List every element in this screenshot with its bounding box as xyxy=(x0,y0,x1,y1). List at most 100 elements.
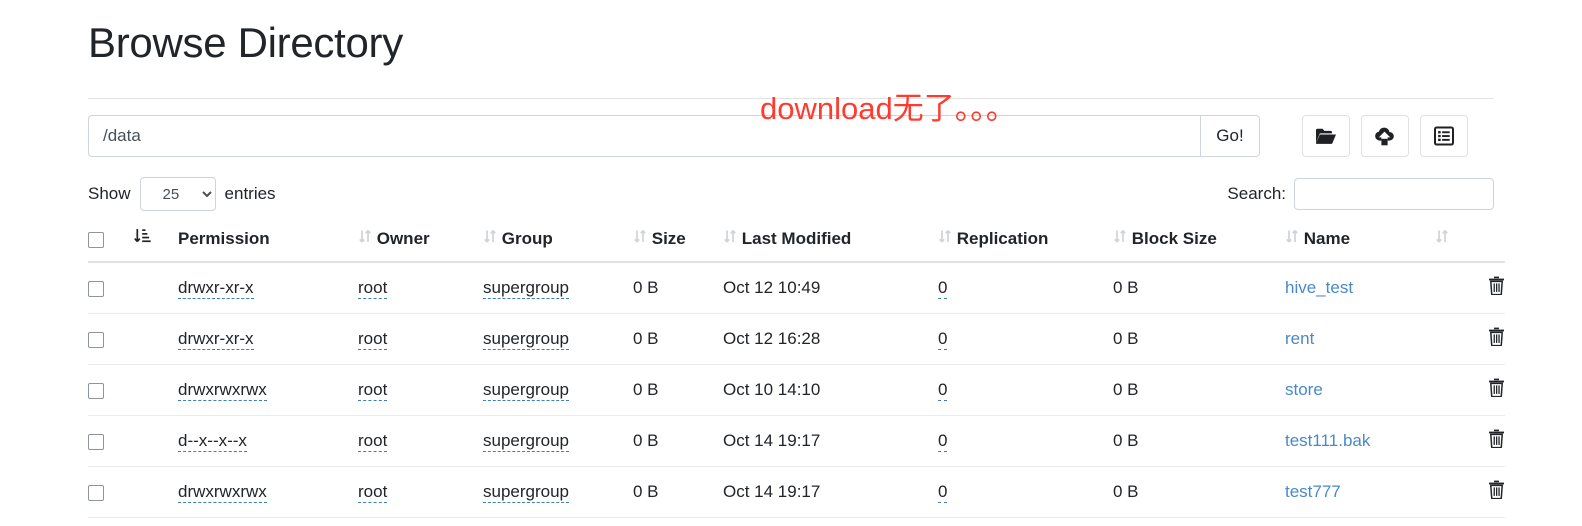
owner-value[interactable]: root xyxy=(358,380,388,402)
permission-value[interactable]: drwxrwxrwx xyxy=(178,482,267,504)
cell-owner[interactable]: root xyxy=(358,313,483,366)
replication-value[interactable]: 0 xyxy=(938,329,948,351)
cell-group[interactable]: supergroup xyxy=(483,364,633,417)
cell-last-modified: Oct 12 10:49 xyxy=(723,262,938,315)
cell-select[interactable] xyxy=(88,466,134,519)
delete-button[interactable] xyxy=(1488,480,1505,502)
cell-permission[interactable]: drwxrwxrwx xyxy=(178,466,358,519)
th-group[interactable]: Group xyxy=(483,222,633,264)
entries-per-page-select[interactable]: 25 xyxy=(139,177,216,211)
search-input[interactable] xyxy=(1294,178,1494,210)
cell-name[interactable]: store xyxy=(1285,364,1435,417)
th-select-all[interactable] xyxy=(88,222,134,264)
cell-owner[interactable]: root xyxy=(358,262,483,315)
cell-replication[interactable]: 0 xyxy=(938,466,1113,519)
cell-permission[interactable]: drwxr-xr-x xyxy=(178,313,358,366)
cell-replication[interactable]: 0 xyxy=(938,364,1113,417)
cell-select[interactable] xyxy=(88,415,134,468)
cell-owner[interactable]: root xyxy=(358,364,483,417)
replication-value[interactable]: 0 xyxy=(938,380,948,402)
replication-value[interactable]: 0 xyxy=(938,482,948,504)
cell-permission[interactable]: drwxr-xr-x xyxy=(178,262,358,315)
row-checkbox[interactable] xyxy=(88,331,104,348)
cell-owner[interactable]: root xyxy=(358,415,483,468)
cell-group[interactable]: supergroup xyxy=(483,466,633,519)
cell-last-modified: Oct 14 19:17 xyxy=(723,415,938,468)
row-checkbox[interactable] xyxy=(88,484,104,501)
file-name-link[interactable]: test111.bak xyxy=(1285,431,1370,450)
cell-name[interactable]: test111.bak xyxy=(1285,415,1435,468)
search-control: Search: xyxy=(1227,178,1494,210)
th-owner[interactable]: Owner xyxy=(358,222,483,264)
cell-permission[interactable]: drwxrwxrwx xyxy=(178,364,358,417)
delete-button[interactable] xyxy=(1488,378,1505,400)
cell-replication[interactable]: 0 xyxy=(938,262,1113,315)
file-name-link[interactable]: store xyxy=(1285,380,1323,399)
replication-value[interactable]: 0 xyxy=(938,431,948,453)
permission-value[interactable]: d--x--x--x xyxy=(178,431,247,453)
permission-value[interactable]: drwxr-xr-x xyxy=(178,329,254,351)
file-name-link[interactable]: hive_test xyxy=(1285,278,1353,297)
delete-button[interactable] xyxy=(1488,327,1505,349)
cell-select[interactable] xyxy=(88,313,134,366)
cell-delete[interactable] xyxy=(1435,415,1505,468)
th-last-modified-label: Last Modified xyxy=(741,228,852,248)
th-size[interactable]: Size xyxy=(633,222,723,264)
trash-icon xyxy=(1488,429,1505,451)
cell-name[interactable]: hive_test xyxy=(1285,262,1435,315)
th-block-size[interactable]: Block Size xyxy=(1113,222,1285,264)
cell-delete[interactable] xyxy=(1435,313,1505,366)
cell-name[interactable]: test777 xyxy=(1285,466,1435,519)
cell-group[interactable]: supergroup xyxy=(483,415,633,468)
cell-spacer xyxy=(134,313,178,366)
select-all-checkbox[interactable] xyxy=(88,231,104,248)
permission-value[interactable]: drwxrwxrwx xyxy=(178,380,267,402)
th-replication[interactable]: Replication xyxy=(938,222,1113,264)
cell-replication[interactable]: 0 xyxy=(938,415,1113,468)
cell-replication[interactable]: 0 xyxy=(938,313,1113,366)
row-checkbox[interactable] xyxy=(88,433,104,450)
owner-value[interactable]: root xyxy=(358,329,388,351)
th-sort-order[interactable] xyxy=(134,222,178,264)
replication-value[interactable]: 0 xyxy=(938,278,948,300)
group-value[interactable]: supergroup xyxy=(483,431,570,453)
directory-path-input[interactable] xyxy=(88,115,1200,157)
permission-value[interactable]: drwxr-xr-x xyxy=(178,278,254,300)
sort-icon xyxy=(1113,229,1127,249)
cell-delete[interactable] xyxy=(1435,262,1505,315)
cell-delete[interactable] xyxy=(1435,364,1505,417)
row-checkbox[interactable] xyxy=(88,280,104,297)
file-name-link[interactable]: rent xyxy=(1285,329,1314,348)
cell-delete[interactable] xyxy=(1435,466,1505,519)
th-name[interactable]: Name xyxy=(1285,222,1435,264)
delete-button[interactable] xyxy=(1488,429,1505,451)
row-checkbox[interactable] xyxy=(88,382,104,399)
owner-value[interactable]: root xyxy=(358,431,388,453)
cell-owner[interactable]: root xyxy=(358,466,483,519)
go-button[interactable]: Go! xyxy=(1200,115,1260,157)
th-permission[interactable]: Permission xyxy=(178,222,358,264)
th-last-modified[interactable]: Last Modified xyxy=(723,222,938,264)
th-delete[interactable] xyxy=(1435,222,1505,264)
owner-value[interactable]: root xyxy=(358,278,388,300)
cell-permission[interactable]: d--x--x--x xyxy=(178,415,358,468)
cell-select[interactable] xyxy=(88,364,134,417)
group-value[interactable]: supergroup xyxy=(483,482,570,504)
cell-name[interactable]: rent xyxy=(1285,313,1435,366)
delete-button[interactable] xyxy=(1488,276,1505,298)
cell-select[interactable] xyxy=(88,262,134,315)
group-value[interactable]: supergroup xyxy=(483,329,570,351)
owner-value[interactable]: root xyxy=(358,482,388,504)
file-name-link[interactable]: test777 xyxy=(1285,482,1341,501)
table-row: drwxr-xr-x root supergroup 0 B Oct 12 16… xyxy=(88,313,1505,366)
upload-files-button[interactable] xyxy=(1361,115,1409,157)
th-permission-label: Permission xyxy=(178,229,270,249)
new-directory-button[interactable] xyxy=(1302,115,1350,157)
cell-group[interactable]: supergroup xyxy=(483,313,633,366)
snapshot-list-button[interactable] xyxy=(1420,115,1468,157)
cell-size: 0 B xyxy=(633,364,723,417)
trash-icon xyxy=(1488,378,1505,400)
group-value[interactable]: supergroup xyxy=(483,278,570,300)
group-value[interactable]: supergroup xyxy=(483,380,570,402)
cell-group[interactable]: supergroup xyxy=(483,262,633,315)
